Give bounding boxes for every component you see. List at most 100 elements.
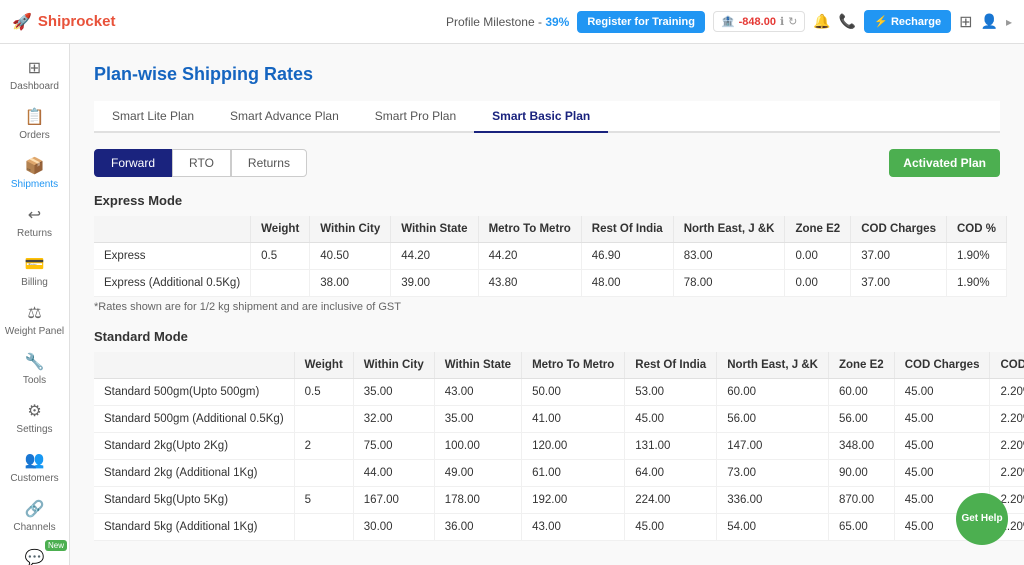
table-row: Standard 5kg (Additional 1Kg) 30.00 36.0… [94,514,1024,541]
sidebar-item-tools[interactable]: 🔧 Tools [0,346,69,393]
tab-smart-lite[interactable]: Smart Lite Plan [94,101,212,133]
cell-rest-india: 48.00 [581,270,673,297]
tab-smart-advance[interactable]: Smart Advance Plan [212,101,357,133]
sidebar-item-weight-panel[interactable]: ⚖ Weight Panel [0,297,69,344]
cell-name: Standard 500gm (Additional 0.5Kg) [94,406,294,433]
cell-metro: 50.00 [522,379,625,406]
register-training-button[interactable]: Register for Training [577,11,705,33]
logo-text: Shiprocket [38,13,116,30]
col-name [94,352,294,379]
support-icon: 💬 [25,548,45,565]
cell-metro: 43.80 [478,270,581,297]
express-rate-note: *Rates shown are for 1/2 kg shipment and… [94,301,1000,313]
col-cod-charges: COD Charges [894,352,990,379]
cell-weight [251,270,310,297]
cell-within-city: 35.00 [353,379,434,406]
col-zone-e2: Zone E2 [828,352,894,379]
cell-zone-e2: 90.00 [828,460,894,487]
activated-plan-button[interactable]: Activated Plan [889,149,1000,177]
sidebar-item-channels[interactable]: 🔗 Channels [0,493,69,540]
col-metro: Metro To Metro [522,352,625,379]
cell-north-east: 83.00 [673,243,785,270]
col-cod-charges: COD Charges [851,216,947,243]
wallet-icon: 🏦 [721,15,735,28]
refresh-icon[interactable]: ↻ [788,15,797,28]
sidebar-label-weight-panel: Weight Panel [5,326,64,338]
cell-north-east: 336.00 [717,487,829,514]
get-help-button[interactable]: Get Help [956,493,1008,545]
sidebar-item-shipments[interactable]: 📦 Shipments [0,150,69,197]
profile-milestone-label: Profile Milestone - 39% [446,15,569,29]
sidebar-item-settings[interactable]: ⚙ Settings [0,395,69,442]
sidebar-label-shipments: Shipments [11,179,58,191]
tools-icon: 🔧 [25,352,45,372]
cell-zone-e2: 0.00 [785,243,851,270]
cell-cod-charges: 45.00 [894,460,990,487]
sidebar-item-dashboard[interactable]: ⊞ Dashboard [0,52,69,99]
sidebar-label-settings: Settings [16,424,52,436]
cell-metro: 41.00 [522,406,625,433]
tab-smart-basic[interactable]: Smart Basic Plan [474,101,608,133]
cell-north-east: 54.00 [717,514,829,541]
cell-within-state: 39.00 [391,270,478,297]
sidebar-item-returns[interactable]: ↩ Returns [0,199,69,246]
cell-weight [294,460,353,487]
top-nav-right: Profile Milestone - 39% Register for Tra… [446,10,1012,33]
cell-rest-india: 224.00 [625,487,717,514]
col-zone-e2: Zone E2 [785,216,851,243]
cell-metro: 120.00 [522,433,625,460]
col-within-state: Within State [391,216,478,243]
more-icon[interactable]: ▸ [1006,15,1012,29]
logo-area: 🚀 Shiprocket [12,12,115,32]
mode-tab-forward[interactable]: Forward [94,149,172,177]
cell-rest-india: 46.90 [581,243,673,270]
express-section-title: Express Mode [94,193,1000,208]
standard-rate-table: Weight Within City Within State Metro To… [94,352,1024,541]
grid-icon[interactable]: ⊞ [959,12,972,32]
table-row: Standard 500gm(Upto 500gm) 0.5 35.00 43.… [94,379,1024,406]
cell-weight [294,514,353,541]
sidebar-item-billing[interactable]: 💳 Billing [0,248,69,295]
cell-cod-charges: 45.00 [894,433,990,460]
cell-within-city: 75.00 [353,433,434,460]
cell-cod-pct: 2.20% [990,379,1024,406]
plan-tabs: Smart Lite Plan Smart Advance Plan Smart… [94,101,1000,133]
cell-north-east: 73.00 [717,460,829,487]
main-content: Plan-wise Shipping Rates Smart Lite Plan… [70,44,1024,565]
recharge-button[interactable]: ⚡ Recharge [864,10,951,33]
cell-within-city: 44.00 [353,460,434,487]
cell-north-east: 147.00 [717,433,829,460]
standard-section-title: Standard Mode [94,329,1000,344]
cell-north-east: 78.00 [673,270,785,297]
bell-icon[interactable]: 🔔 [813,13,830,30]
cell-cod-charges: 37.00 [851,243,947,270]
sidebar-item-support-wrapper: 💬 Support New [0,542,69,565]
cell-weight: 0.5 [294,379,353,406]
sidebar-label-tools: Tools [23,375,46,387]
cell-rest-india: 45.00 [625,514,717,541]
cell-zone-e2: 870.00 [828,487,894,514]
top-nav: 🚀 Shiprocket Profile Milestone - 39% Reg… [0,0,1024,44]
cell-metro: 61.00 [522,460,625,487]
balance-amount: -848.00 [739,16,776,28]
mode-tab-returns[interactable]: Returns [231,149,307,177]
cell-cod-charges: 37.00 [851,270,947,297]
channels-icon: 🔗 [25,499,45,519]
col-cod-pct: COD % [946,216,1006,243]
sidebar-label-orders: Orders [19,130,50,142]
cell-within-city: 32.00 [353,406,434,433]
sidebar-item-orders[interactable]: 📋 Orders [0,101,69,148]
cell-within-state: 44.20 [391,243,478,270]
tab-smart-pro[interactable]: Smart Pro Plan [357,101,474,133]
cell-cod-charges: 45.00 [894,406,990,433]
cell-metro: 44.20 [478,243,581,270]
sidebar-label-dashboard: Dashboard [10,81,59,93]
sidebar-item-customers[interactable]: 👥 Customers [0,444,69,491]
phone-icon[interactable]: 📞 [839,13,856,30]
user-icon[interactable]: 👤 [981,13,998,30]
col-cod-pct: COD % [990,352,1024,379]
cell-within-city: 167.00 [353,487,434,514]
col-rest-india: Rest Of India [625,352,717,379]
billing-icon: 💳 [25,254,45,274]
mode-tab-rto[interactable]: RTO [172,149,231,177]
